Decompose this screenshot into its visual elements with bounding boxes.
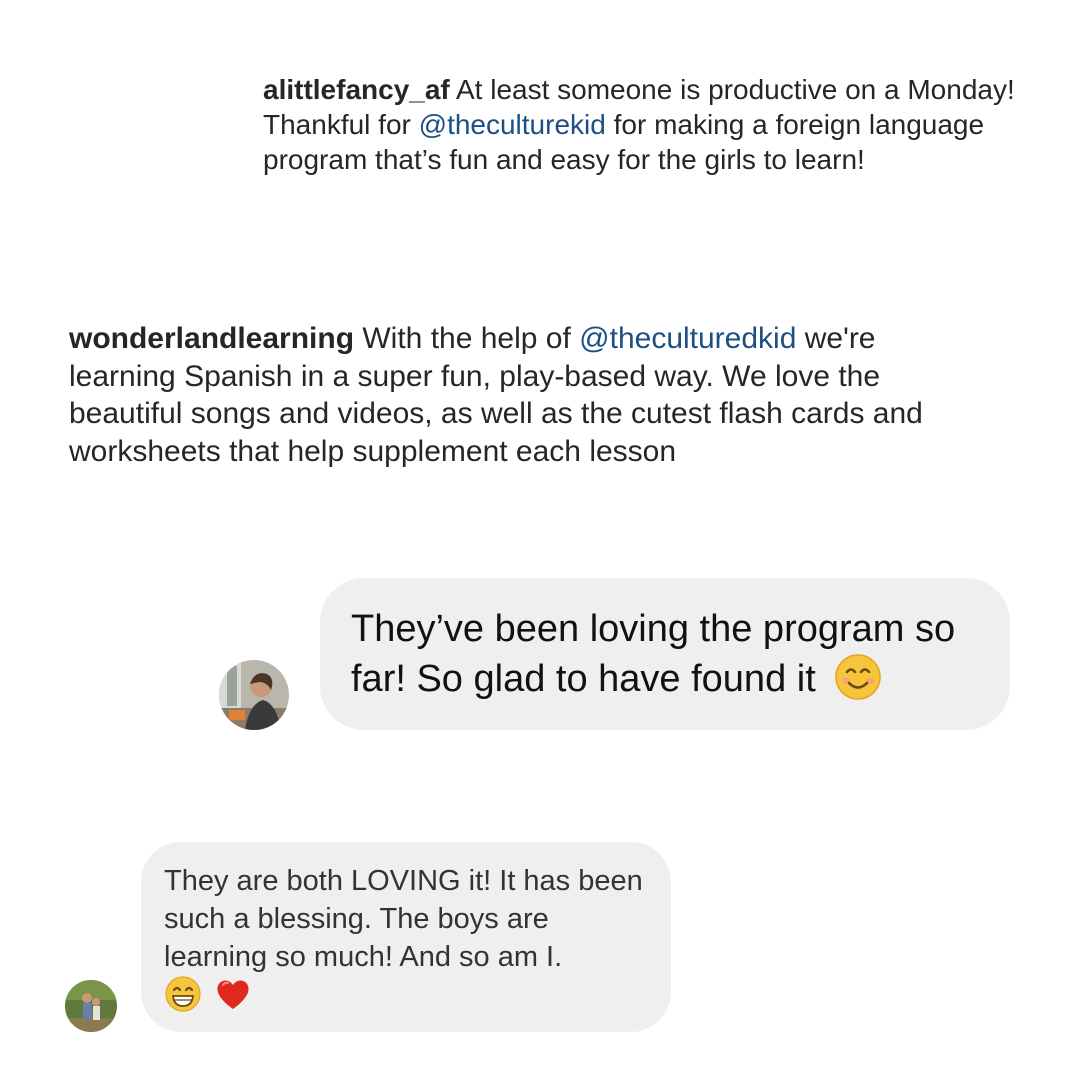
mention-link[interactable]: @theculturekid	[419, 109, 606, 140]
comment-text: With the help of	[354, 322, 580, 355]
message-bubble: They’ve been loving the program so far! …	[320, 578, 1010, 730]
grinning-face-emoji	[164, 975, 202, 1013]
avatar[interactable]	[65, 980, 117, 1032]
comment-alittlefancy: alittlefancy_af At least someone is prod…	[263, 72, 1043, 177]
avatar-photo	[65, 980, 117, 1032]
comment-username[interactable]: wonderlandlearning	[69, 322, 354, 355]
message-text: They are both LOVING it! It has been suc…	[164, 865, 643, 973]
avatar[interactable]	[219, 660, 289, 730]
message-bubble: They are both LOVING it! It has been suc…	[141, 842, 671, 1032]
mention-link[interactable]: @theculturedkid	[579, 322, 796, 355]
avatar-photo	[219, 660, 289, 730]
comment-username[interactable]: alittlefancy_af	[263, 74, 450, 105]
smiling-face-emoji	[834, 653, 882, 701]
comment-wonderlandlearning: wonderlandlearning With the help of @the…	[69, 320, 929, 470]
red-heart-emoji	[214, 975, 252, 1013]
